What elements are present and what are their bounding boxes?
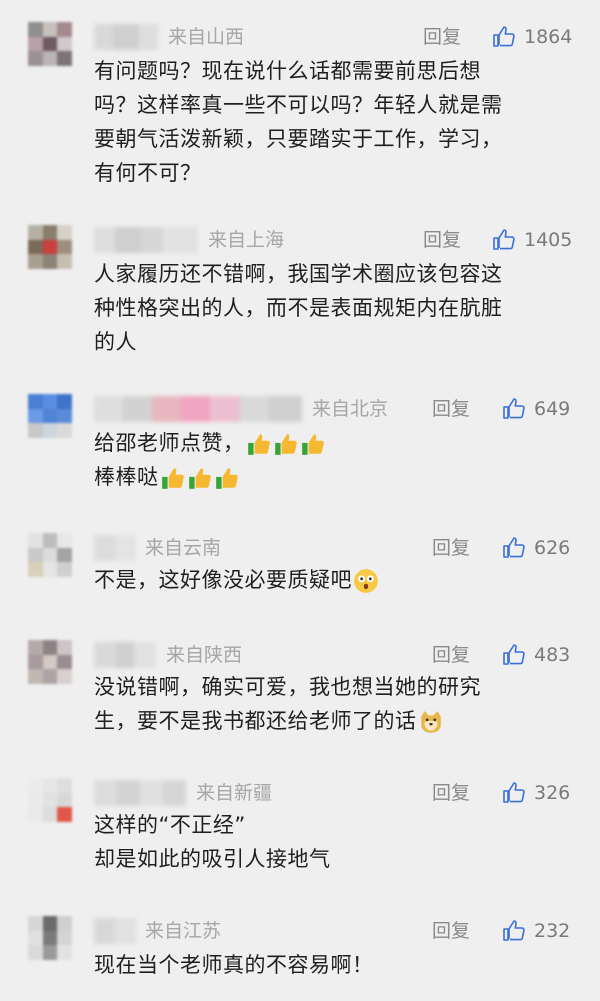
username-blurred[interactable] <box>94 918 136 944</box>
username-blurred[interactable] <box>94 24 158 50</box>
thumbs-up-emoji-icon <box>247 434 270 455</box>
doge-face-emoji-icon <box>420 711 441 733</box>
thumbs-up-icon <box>503 782 525 803</box>
comment-text: 这样的“不正经” 却是如此的吸引人接地气 <box>94 808 574 876</box>
reply-button[interactable]: 回复 <box>432 533 470 563</box>
comment-line: 不是，这好像没必要质疑吧 <box>94 568 352 592</box>
thumbs-up-emoji-icon <box>161 468 184 489</box>
comment-line: 有问题吗？现在说什么话都需要前思后想 <box>94 59 481 83</box>
thumbs-up-icon <box>503 398 525 419</box>
avatar[interactable] <box>28 394 72 438</box>
like-button[interactable]: 326 <box>502 778 570 808</box>
location-label: 来自陕西 <box>166 644 243 666</box>
location-label: 来自新疆 <box>196 782 273 804</box>
thumbs-up-emoji-icon <box>301 434 324 455</box>
username-blurred[interactable] <box>94 780 186 806</box>
username-blurred[interactable] <box>94 535 136 561</box>
thumbs-up-icon <box>493 229 515 250</box>
comment-text: 人家履历还不错啊，我国学术圈应该包容这 种性格突出的人，而不是表面规矩内在肮脏 … <box>94 257 574 359</box>
like-count: 1405 <box>524 229 573 251</box>
like-count: 1864 <box>524 26 573 48</box>
location-label: 来自北京 <box>312 398 389 420</box>
username-blurred[interactable] <box>94 642 156 668</box>
avatar[interactable] <box>28 22 72 66</box>
username-blurred[interactable] <box>94 396 302 422</box>
reply-button[interactable]: 回复 <box>432 640 470 670</box>
comment-text: 现在当个老师真的不容易啊！ <box>94 948 574 982</box>
reply-button[interactable]: 回复 <box>432 916 470 946</box>
thumbs-up-icon <box>503 920 525 941</box>
comment-text: 有问题吗？现在说什么话都需要前思后想 吗？这样率真一些不可以吗？年轻人就是需 要… <box>94 54 574 190</box>
like-count: 232 <box>534 920 571 942</box>
comment-line: 吗？这样率真一些不可以吗？年轻人就是需 <box>94 93 503 117</box>
thumbs-up-emoji-icon <box>215 468 238 489</box>
comment-line: 没说错啊，确实可爱，我也想当她的研究 <box>94 675 481 699</box>
avatar[interactable] <box>28 533 72 577</box>
comment-line: 棒棒哒 <box>94 465 159 489</box>
comment-line: 生，要不是我书都还给老师了的话 <box>94 709 417 733</box>
comment-line: 的人 <box>94 330 137 354</box>
location-label: 来自上海 <box>208 229 285 251</box>
avatar[interactable] <box>28 916 72 960</box>
location-label: 来自江苏 <box>145 920 222 942</box>
comment-text: 不是，这好像没必要质疑吧 <box>94 563 574 597</box>
location-label: 来自山西 <box>168 26 245 48</box>
reply-button[interactable]: 回复 <box>423 22 461 52</box>
thumbs-up-emoji-icon <box>188 468 211 489</box>
comment-line: 这样的“不正经” <box>94 813 246 837</box>
location-label: 来自云南 <box>145 537 222 559</box>
reply-button[interactable]: 回复 <box>423 225 461 255</box>
comment-text: 给邵老师点赞， 棒棒哒 <box>94 426 574 494</box>
like-count: 626 <box>534 537 571 559</box>
avatar[interactable] <box>28 778 72 822</box>
like-button[interactable]: 1864 <box>492 22 572 52</box>
username-blurred[interactable] <box>94 227 198 253</box>
thumbs-up-icon <box>503 644 525 665</box>
reply-button[interactable]: 回复 <box>432 394 470 424</box>
like-count: 326 <box>534 782 571 804</box>
like-count: 649 <box>534 398 571 420</box>
reply-button[interactable]: 回复 <box>432 778 470 808</box>
thumbs-up-emoji-icon <box>274 434 297 455</box>
thumbs-up-icon <box>493 26 515 47</box>
comment-line: 种性格突出的人，而不是表面规矩内在肮脏 <box>94 296 503 320</box>
avatar[interactable] <box>28 225 72 269</box>
comment-text: 没说错啊，确实可爱，我也想当她的研究 生，要不是我书都还给老师了的话 <box>94 670 574 738</box>
like-count: 483 <box>534 644 571 666</box>
comment-line: 现在当个老师真的不容易啊！ <box>94 953 374 977</box>
comment-line: 人家履历还不错啊，我国学术圈应该包容这 <box>94 262 503 286</box>
comment-line: 给邵老师点赞， <box>94 431 245 455</box>
like-button[interactable]: 1405 <box>492 225 572 255</box>
comment-list: 来自山西 回复 1864 有问题吗？现在说什么话都需要前思后想 吗？这样率真一些… <box>0 0 600 1001</box>
like-button[interactable]: 232 <box>502 916 570 946</box>
like-button[interactable]: 649 <box>502 394 570 424</box>
like-button[interactable]: 483 <box>502 640 570 670</box>
like-button[interactable]: 626 <box>502 533 570 563</box>
thumbs-up-icon <box>503 537 525 558</box>
surprised-face-emoji-icon <box>354 569 378 593</box>
comment-line: 却是如此的吸引人接地气 <box>94 847 331 871</box>
avatar[interactable] <box>28 640 72 684</box>
comment-line: 有何不可？ <box>94 161 202 185</box>
comment-line: 要朝气活泼新颖，只要踏实于工作，学习， <box>94 127 503 151</box>
